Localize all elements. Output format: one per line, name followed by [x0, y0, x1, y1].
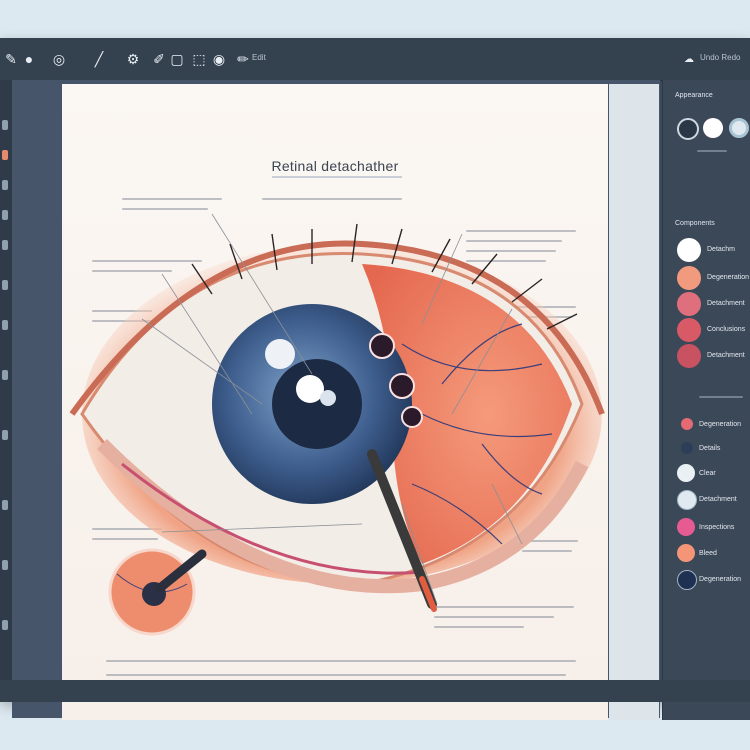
swatch-5-label: Detachment	[707, 352, 745, 359]
list-item-7-swatch[interactable]	[677, 570, 697, 590]
divider	[697, 150, 727, 152]
right-properties-panel: Appearance Components Detachm Degenerati…	[662, 80, 750, 720]
drop-icon[interactable]: ●	[18, 48, 40, 70]
swatch-1-label: Detachm	[707, 246, 736, 253]
rail-tool-icon[interactable]	[2, 560, 8, 570]
list-item-3-label: Clear	[699, 470, 716, 477]
swatch-2-label: Degeneration	[707, 274, 750, 281]
rail-tool-icon[interactable]	[2, 120, 8, 130]
swatch-4[interactable]	[677, 318, 701, 342]
list-item-5-label: Inspections	[699, 524, 735, 531]
app-window: ✎ ● ◎ ╱ ⚙ ✐ ▢ ⬚ ◉ ✏ Edit ☁ Undo Redo Ret…	[0, 38, 750, 720]
list-item-6-label: Bleed	[699, 550, 717, 557]
marker-icon[interactable]: ✏	[232, 48, 254, 70]
rail-tool-icon[interactable]	[2, 280, 8, 290]
divider	[699, 396, 743, 398]
appearance-title: Appearance	[675, 92, 713, 99]
swatch-4-label: Conclusions	[707, 326, 746, 333]
detachment-hole	[401, 406, 423, 428]
swatch-1[interactable]	[677, 238, 701, 262]
canvas-area[interactable]: Retinal detachather	[12, 80, 660, 720]
rail-tool-icon[interactable]	[2, 430, 8, 440]
swatch-3[interactable]	[677, 292, 701, 316]
select-icon[interactable]: ⬚	[188, 48, 210, 70]
bottom-status-bar	[0, 680, 750, 702]
detachment-hole	[369, 333, 395, 359]
edit-menu[interactable]: Edit	[252, 53, 266, 62]
list-item-6-swatch[interactable]	[677, 544, 695, 562]
toolbar-right-label: Undo Redo	[700, 53, 741, 62]
list-item-4-label: Detachment	[699, 496, 737, 503]
top-toolbar: ✎ ● ◎ ╱ ⚙ ✐ ▢ ⬚ ◉ ✏ Edit ☁ Undo Redo	[0, 38, 750, 81]
rail-tool-icon[interactable]	[2, 150, 8, 160]
swatch-2[interactable]	[677, 266, 701, 290]
highlight	[296, 375, 324, 403]
highlight	[320, 390, 336, 406]
canvas-margin-strip	[609, 84, 659, 720]
camera-icon[interactable]: ◉	[208, 48, 230, 70]
inset-magnifier	[108, 548, 207, 636]
list-item-2-label: Details	[699, 445, 721, 452]
list-item-7-label: Degeneration	[699, 576, 742, 583]
light-mode-swatch[interactable]	[703, 118, 723, 138]
highlight	[265, 339, 295, 369]
rail-tool-icon[interactable]	[2, 370, 8, 380]
components-title: Components	[675, 220, 715, 227]
rail-tool-icon[interactable]	[2, 180, 8, 190]
eye-illustration	[69, 213, 605, 636]
rail-tool-icon[interactable]	[2, 320, 8, 330]
swatch-5[interactable]	[677, 344, 701, 368]
rail-tool-icon[interactable]	[2, 240, 8, 250]
rail-tool-icon[interactable]	[2, 210, 8, 220]
left-tool-rail	[0, 80, 12, 700]
list-item-5-swatch[interactable]	[677, 518, 695, 536]
brush-icon[interactable]: ╱	[88, 48, 110, 70]
swatch-3-label: Detachment	[707, 300, 745, 307]
crop-icon[interactable]: ▢	[166, 48, 188, 70]
detachment-hole	[389, 373, 415, 399]
accent-swatch[interactable]	[729, 118, 749, 138]
target-icon[interactable]: ◎	[48, 48, 70, 70]
list-item-3-swatch[interactable]	[677, 464, 695, 482]
list-item-4-swatch[interactable]	[677, 490, 697, 510]
cloud-icon[interactable]: ☁	[678, 48, 700, 70]
dark-mode-swatch[interactable]	[677, 118, 699, 140]
list-item-2-swatch[interactable]	[681, 442, 693, 454]
list-item-1-label: Degeneration	[699, 421, 742, 428]
document-page[interactable]: Retinal detachather	[62, 84, 608, 720]
rail-tool-icon[interactable]	[2, 620, 8, 630]
list-item-1-swatch[interactable]	[681, 418, 693, 430]
pupil	[272, 359, 362, 449]
rail-tool-icon[interactable]	[2, 500, 8, 510]
gear-icon[interactable]: ⚙	[122, 48, 144, 70]
